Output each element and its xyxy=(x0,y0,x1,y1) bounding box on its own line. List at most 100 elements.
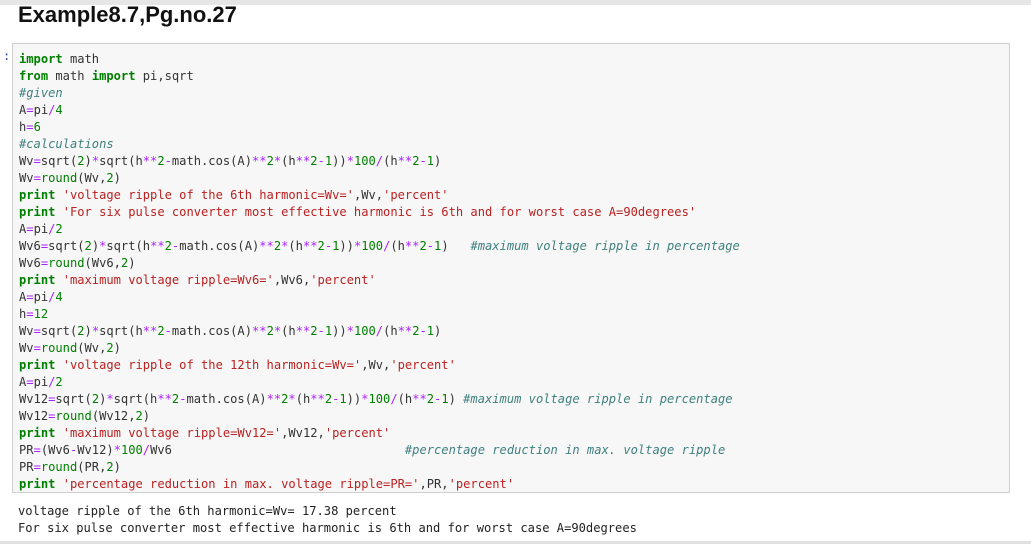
code-token: ) xyxy=(434,324,442,338)
code-line: print 'maximum voltage ripple=Wv6=',Wv6,… xyxy=(19,272,740,289)
code-token: #maximum voltage ripple in percentage xyxy=(470,239,740,253)
code-token: print xyxy=(19,358,56,372)
code-token: math.cos(A) xyxy=(171,324,252,338)
code-cell[interactable]: import math from math import pi,sqrt #give… xyxy=(12,43,1010,493)
code-token: - xyxy=(426,239,435,253)
code-token: 2 xyxy=(157,324,165,338)
code-token: ** xyxy=(142,154,158,168)
code-line: PR=(Wv6-Wv12)*100/Wv6 #percentage reduct… xyxy=(19,442,740,459)
code-token: 2 xyxy=(266,154,274,168)
code-token: 4 xyxy=(55,103,63,117)
code-token: )) xyxy=(346,392,362,406)
code-token: 2 xyxy=(310,154,318,168)
code-token: Wv6 xyxy=(19,239,41,253)
code-line: print 'maximum voltage ripple=Wv12=',Wv1… xyxy=(19,425,740,442)
code-token: pi xyxy=(33,375,49,389)
code-token: 'voltage ripple of the 6th harmonic=Wv=' xyxy=(62,188,354,202)
cell-output: voltage ripple of the 6th harmonic=Wv= 1… xyxy=(18,503,637,537)
code-token: 'percent' xyxy=(324,426,391,440)
code-token: round xyxy=(40,171,78,185)
code-token: (Wv12, xyxy=(91,409,136,423)
code-token: sqrt( xyxy=(40,324,78,338)
code-token: ) xyxy=(91,239,100,253)
code-line: Wv12=round(Wv12,2) xyxy=(19,408,740,425)
code-token: = xyxy=(26,375,34,389)
code-token: pi xyxy=(33,103,49,117)
code-line: Wv6=round(Wv6,2) xyxy=(19,255,740,272)
output-line: For six pulse converter most effective h… xyxy=(18,521,637,535)
code-token: ,PR, xyxy=(419,477,449,491)
code-token: 'percent' xyxy=(310,273,376,287)
code-token: * xyxy=(288,392,296,406)
code-line: Wv=sqrt(2)*sqrt(h**2-math.cos(A)**2*(h**… xyxy=(19,323,740,340)
code-token: 12 xyxy=(33,307,49,321)
code-token: ** xyxy=(295,154,311,168)
code-line: A=pi/2 xyxy=(19,221,740,238)
code-token: ** xyxy=(142,324,158,338)
code-token: PR xyxy=(19,460,34,474)
code-token: - xyxy=(419,154,427,168)
code-token: print xyxy=(19,426,56,440)
code-token: )) xyxy=(339,239,354,253)
code-token: (h xyxy=(383,324,398,338)
code-token: 100 xyxy=(368,392,391,406)
code-token: math.cos(A) xyxy=(186,392,267,406)
code-token: math.cos(A) xyxy=(179,239,260,253)
code-token: math xyxy=(48,69,92,83)
code-token: = xyxy=(33,341,41,355)
code-token: 2 xyxy=(55,375,63,389)
code-line: #given xyxy=(19,85,740,102)
code-token: (h xyxy=(295,392,311,406)
code-token: - xyxy=(164,154,172,168)
code-token: ** xyxy=(397,324,413,338)
code-token: ) xyxy=(113,341,121,355)
code-line: A=pi/2 xyxy=(19,374,740,391)
code-token: 'percent' xyxy=(383,188,449,202)
code-token: / xyxy=(390,392,398,406)
code-token: * xyxy=(113,443,121,457)
code-line: print 'For six pulse converter most effe… xyxy=(19,204,740,221)
code-token: ** xyxy=(412,392,427,406)
code-line: import math xyxy=(19,51,740,68)
code-token: 'maximum voltage ripple=Wv6=' xyxy=(62,273,274,287)
code-line: from math import pi,sqrt xyxy=(19,68,740,85)
code-token: 2 xyxy=(106,341,114,355)
notebook-heading: Example8.7,Pg.no.27 xyxy=(18,2,237,27)
code-token: ** xyxy=(397,154,413,168)
code-token: * xyxy=(361,392,369,406)
code-token: sqrt( xyxy=(55,392,92,406)
code-token: - xyxy=(317,324,325,338)
code-line: h=6 xyxy=(19,119,740,136)
code-token: 2 xyxy=(84,239,92,253)
code-token: ,Wv12, xyxy=(281,426,325,440)
code-token: (Wv, xyxy=(77,341,107,355)
code-token: ** xyxy=(157,392,172,406)
code-token: ** xyxy=(310,392,325,406)
code-token: = xyxy=(33,171,41,185)
code-token: ) xyxy=(84,154,92,168)
code-token: Wv6 xyxy=(19,256,41,270)
code-token: Wv xyxy=(19,154,34,168)
code-token: 4 xyxy=(55,290,63,304)
code-token: / xyxy=(142,443,151,457)
code-token: 2 xyxy=(164,239,172,253)
code-token: round xyxy=(40,460,78,474)
code-token: * xyxy=(106,392,114,406)
code-editor[interactable]: import math from math import pi,sqrt #give… xyxy=(19,51,740,493)
code-token: 100 xyxy=(361,239,384,253)
code-token: 1 xyxy=(339,392,347,406)
code-token: round xyxy=(48,256,85,270)
code-token: - xyxy=(317,154,325,168)
code-token: ** xyxy=(252,324,267,338)
code-token: - xyxy=(324,239,333,253)
code-token: 1 xyxy=(426,324,435,338)
code-token: import xyxy=(19,52,63,66)
code-token: 2 xyxy=(419,239,427,253)
code-token: (h xyxy=(383,154,398,168)
code-token: 2 xyxy=(135,409,143,423)
code-token: (PR, xyxy=(77,460,107,474)
